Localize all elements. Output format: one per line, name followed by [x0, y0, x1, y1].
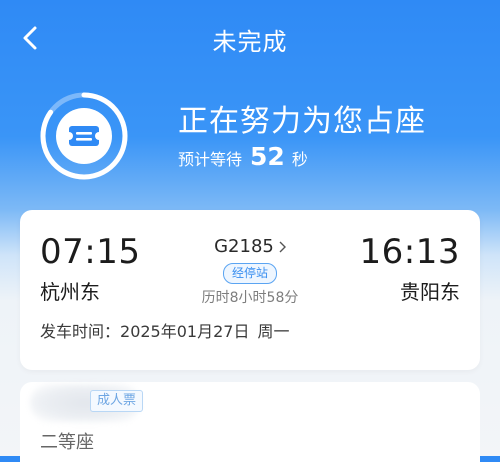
arrival-time: 16:13 [359, 232, 460, 272]
trip-card: 07:15 杭州东 G2185 经停站 历时8小时58分 16:13 贵阳东 发… [20, 210, 480, 370]
ticket-type-badge: 成人票 [90, 390, 144, 412]
seat-class: 二等座 [40, 432, 94, 453]
trip-duration: 历时8小时58分 [201, 290, 299, 306]
stops-badge[interactable]: 经停站 [222, 263, 277, 284]
departure-station: 杭州东 [40, 280, 100, 304]
wait-unit: 秒 [291, 150, 308, 169]
ticket-icon [40, 92, 128, 180]
status-title: 正在努力为您占座 [178, 104, 426, 139]
departure-label: 发车时间： [40, 322, 121, 341]
estimated-wait: 预计等待 52 秒 [178, 142, 308, 171]
train-number-link[interactable]: G2185 [214, 236, 286, 257]
departure-date-row: 发车时间：2025年01月27日 周一 [40, 318, 289, 342]
nav-bar: 未完成 [0, 0, 500, 76]
page-title: 未完成 [212, 28, 288, 56]
train-info: G2185 经停站 历时8小时58分 [170, 236, 330, 307]
chevron-right-icon [279, 241, 286, 253]
seat-status-panel: 正在努力为您占座 预计等待 52 秒 [0, 86, 500, 186]
departure-weekday: 周一 [257, 322, 290, 341]
passenger-card: 成人票 二等座 [20, 382, 480, 462]
train-number: G2185 [214, 236, 274, 257]
wait-seconds: 52 [250, 142, 285, 171]
departure-date: 2025年01月27日 [120, 322, 250, 341]
departure-time: 07:15 [40, 232, 141, 272]
arrival-station: 贵阳东 [400, 280, 460, 304]
wait-prefix: 预计等待 [178, 150, 243, 169]
